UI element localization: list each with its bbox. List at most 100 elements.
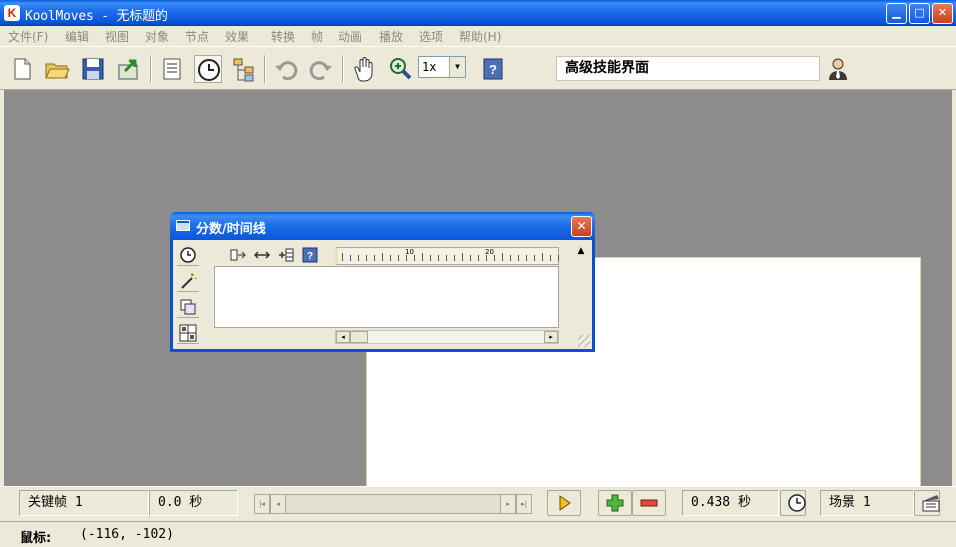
- scene-clapper-icon[interactable]: [914, 490, 940, 516]
- play-button[interactable]: [547, 490, 581, 516]
- duration-field: 0.438 秒: [682, 490, 779, 516]
- ruler-tick: [438, 255, 439, 261]
- timeline-vertical-scrollbar[interactable]: ▲: [571, 244, 591, 344]
- menu-transform[interactable]: 转换: [271, 28, 295, 45]
- ruler-tick: [454, 255, 455, 261]
- zoom-value: 1x: [422, 60, 437, 74]
- status-bar: 鼠标: (-116, -102): [0, 521, 956, 547]
- ruler-tick: [430, 255, 431, 261]
- close-button[interactable]: ✕: [932, 3, 953, 24]
- ruler-tick: [462, 253, 463, 261]
- menu-file[interactable]: 文件(F): [8, 28, 48, 45]
- menu-effect[interactable]: 效果: [225, 28, 249, 45]
- mode-label-field[interactable]: 高级技能界面: [556, 56, 820, 81]
- maximize-button[interactable]: □: [909, 3, 930, 24]
- ruler-tick: [398, 255, 399, 261]
- timeline-title-bar[interactable]: 分数/时间线 ✕: [170, 212, 595, 240]
- new-file-icon[interactable]: [8, 55, 36, 83]
- menu-play[interactable]: 播放: [379, 28, 403, 45]
- ruler-tick: [422, 253, 423, 261]
- undo-icon[interactable]: [272, 55, 300, 83]
- list-icon[interactable]: [158, 55, 186, 83]
- timeline-tools: ?: [229, 247, 329, 263]
- ruler-tick: [502, 253, 503, 261]
- menu-options[interactable]: 选项: [419, 28, 443, 45]
- timeline-sidebar: [177, 244, 201, 348]
- window-icon: [176, 220, 190, 231]
- app-logo-icon: K: [4, 5, 20, 21]
- title-bar: K KoolMoves - 无标题的 ▁ □ ✕: [0, 0, 956, 26]
- ruler-tick: [558, 255, 559, 261]
- ruler-tick: [374, 255, 375, 261]
- export-icon[interactable]: [115, 55, 143, 83]
- slider-end-button[interactable]: ▸|: [516, 494, 532, 514]
- ruler-tick: [350, 255, 351, 261]
- scroll-left-button[interactable]: ◂: [336, 331, 350, 343]
- clock-icon[interactable]: [194, 55, 222, 83]
- menu-animation[interactable]: 动画: [338, 28, 362, 45]
- open-folder-icon[interactable]: [43, 55, 71, 83]
- minimize-button[interactable]: ▁: [886, 3, 907, 24]
- menu-node[interactable]: 节点: [185, 28, 209, 45]
- tree-icon[interactable]: [230, 55, 258, 83]
- remove-frame-button[interactable]: [632, 490, 666, 516]
- ruler-tick: [358, 255, 359, 261]
- toolbar-separator: [342, 55, 344, 83]
- menu-help[interactable]: 帮助(H): [459, 28, 501, 45]
- chevron-down-icon[interactable]: ▼: [449, 57, 465, 77]
- ruler-tick: [382, 253, 383, 261]
- ruler-tick: [494, 255, 495, 261]
- scroll-up-button[interactable]: ▲: [571, 244, 591, 258]
- add-frame-button[interactable]: [598, 490, 632, 516]
- timeline-horizontal-scrollbar[interactable]: ◂ ▸: [335, 330, 559, 344]
- save-disk-icon[interactable]: [79, 55, 107, 83]
- frame-ruler[interactable]: 10 20: [335, 247, 559, 265]
- ruler-tick: [550, 255, 551, 261]
- duration-clock-icon[interactable]: [780, 490, 806, 516]
- resize-grip[interactable]: [578, 335, 590, 347]
- keyframe-field: 关键帧 1: [19, 490, 149, 516]
- menu-frame[interactable]: 帧: [311, 28, 323, 45]
- help-icon[interactable]: ?: [479, 55, 507, 83]
- ruler-tick: [414, 255, 415, 261]
- menu-view[interactable]: 视图: [105, 28, 129, 45]
- svg-text:?: ?: [489, 62, 497, 77]
- timeline-layer-list[interactable]: [214, 266, 559, 328]
- slider-prev-button[interactable]: ◂: [270, 494, 286, 514]
- add-frame-icon[interactable]: [277, 247, 295, 263]
- menu-object[interactable]: 对象: [145, 28, 169, 45]
- frame-slider[interactable]: |◂ ◂ ▸ ▸|: [254, 490, 532, 516]
- mouse-coordinates: (-116, -102): [80, 527, 174, 542]
- zoom-icon[interactable]: [386, 55, 414, 83]
- insert-frame-icon[interactable]: [229, 247, 247, 263]
- timeline-help-icon[interactable]: ?: [301, 247, 319, 263]
- slider-track[interactable]: [254, 494, 532, 514]
- menu-edit[interactable]: 编辑: [65, 28, 89, 45]
- hand-icon[interactable]: [350, 55, 378, 83]
- toolbar-separator: [264, 55, 266, 83]
- ruler-tick: [390, 255, 391, 261]
- ruler-tick: [486, 255, 487, 261]
- stretch-arrows-icon[interactable]: [253, 247, 271, 263]
- ruler-tick: [406, 255, 407, 261]
- timeline-close-button[interactable]: ✕: [571, 216, 592, 237]
- score-timeline-window[interactable]: 分数/时间线 ✕ ? 10 20 ◂ ▸ ▲: [170, 212, 595, 352]
- zoom-select[interactable]: 1x ▼: [418, 56, 466, 78]
- slider-next-button[interactable]: ▸: [500, 494, 516, 514]
- svg-text:?: ?: [307, 251, 313, 262]
- ruler-tick: [446, 255, 447, 261]
- ruler-tick: [518, 255, 519, 261]
- redo-icon[interactable]: [307, 55, 335, 83]
- ruler-tick: [534, 255, 535, 261]
- scroll-thumb[interactable]: [350, 331, 368, 343]
- grid-icon[interactable]: [177, 322, 199, 344]
- copy-frames-icon[interactable]: [177, 296, 199, 318]
- time-field: 0.0 秒: [149, 490, 238, 516]
- window-title: KoolMoves - 无标题的: [25, 9, 168, 24]
- timeline-clock-icon[interactable]: [177, 244, 199, 266]
- scroll-right-button[interactable]: ▸: [544, 331, 558, 343]
- ruler-tick: [366, 255, 367, 261]
- user-icon[interactable]: [824, 55, 852, 83]
- slider-start-button[interactable]: |◂: [254, 494, 270, 514]
- magic-wand-icon[interactable]: [177, 270, 199, 292]
